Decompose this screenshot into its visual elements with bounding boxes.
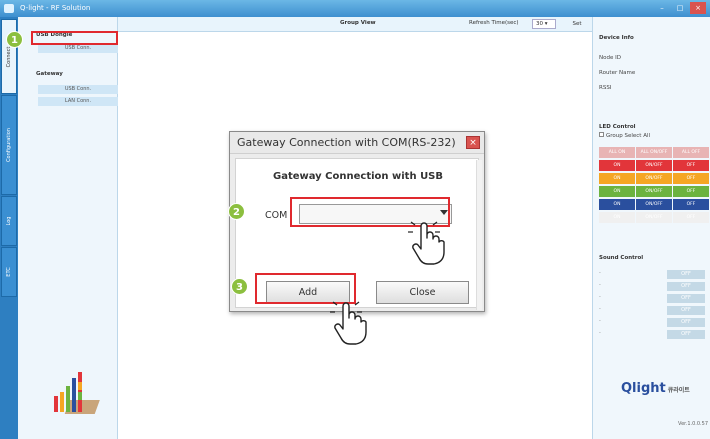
group-select-all-label: Group Select All [606, 133, 651, 139]
sound-row: - OFF [599, 282, 707, 291]
device-info-title: Device Info [599, 35, 634, 41]
led-row: ON ON/OFF OFF [599, 160, 709, 171]
sound-off-button[interactable]: OFF [667, 270, 705, 279]
sound-row: - OFF [599, 318, 707, 327]
led-row: ON ON/OFF OFF [599, 212, 709, 223]
dialog-scrollbar[interactable] [476, 160, 482, 310]
brand-logo-text: Qlight [621, 381, 666, 396]
step-badge-3: 3 [231, 278, 248, 295]
led-button[interactable]: ON/OFF [636, 160, 672, 171]
led-row: ON ON/OFF OFF [599, 186, 709, 197]
usb-dongle-highlight [31, 31, 118, 45]
refresh-time-label: Refresh Time(sec) [469, 20, 519, 26]
node-id-label: Node ID [599, 55, 621, 61]
sound-row-label: - [599, 282, 601, 288]
led-row: ON ON/OFF OFF [599, 173, 709, 184]
group-select-all-checkbox[interactable] [599, 132, 604, 137]
led-button[interactable]: ON [599, 173, 635, 184]
led-button[interactable]: OFF [673, 199, 709, 210]
tab-log[interactable]: Log [1, 196, 17, 246]
sound-off-button[interactable]: OFF [667, 330, 705, 339]
sidebar-item-gw-usb-conn[interactable]: USB Conn. [38, 85, 118, 94]
led-button[interactable]: OFF [673, 212, 709, 223]
led-button[interactable]: OFF [673, 173, 709, 184]
app-logo-icon [4, 4, 14, 13]
title-bar: Q-light - RF Solution – □ × [0, 0, 710, 17]
led-button[interactable]: ON [599, 160, 635, 171]
hand-pointer-icon [330, 301, 367, 345]
step-badge-2: 2 [228, 203, 245, 220]
sound-row-label: - [599, 270, 601, 276]
hand-pointer-icon [408, 221, 445, 265]
tab-configuration[interactable]: Configuration [1, 95, 17, 195]
sound-row: - OFF [599, 294, 707, 303]
maximize-button[interactable]: □ [672, 2, 688, 14]
com-label: COM [265, 210, 288, 221]
tab-etc[interactable]: ETC [1, 247, 17, 297]
group-view-title: Group View [340, 20, 376, 26]
sidebar-item-gw-lan-conn[interactable]: LAN Conn. [38, 97, 118, 106]
minimize-button[interactable]: – [654, 2, 670, 14]
led-control-title: LED Control [599, 124, 636, 130]
led-button[interactable]: ON [599, 212, 635, 223]
brand-sub-text: 큐라이트 [667, 387, 690, 394]
right-panel: Device Info Node ID Router Name RSSI LED… [592, 17, 710, 439]
close-icon[interactable]: × [466, 136, 480, 149]
sidebar-gateway: Gateway [36, 71, 63, 77]
sound-control-title: Sound Control [599, 255, 644, 261]
led-button[interactable]: ON [599, 199, 635, 210]
window-title: Q-light - RF Solution [20, 4, 91, 12]
signal-tower-illustration [54, 372, 100, 414]
led-button[interactable]: OFF [673, 160, 709, 171]
led-button[interactable]: ON [599, 186, 635, 197]
sound-row: - OFF [599, 330, 707, 339]
led-button[interactable]: ON/OFF [636, 186, 672, 197]
step-badge-1: 1 [6, 31, 23, 48]
sound-row: - OFF [599, 306, 707, 315]
sound-row-label: - [599, 306, 601, 312]
close-button[interactable]: Close [376, 281, 469, 304]
sound-row-label: - [599, 318, 601, 324]
sound-off-button[interactable]: OFF [667, 318, 705, 327]
sidebar: USB Dongle USB Conn. Gateway USB Conn. L… [18, 17, 118, 439]
led-button[interactable]: ON/OFF [636, 212, 672, 223]
dialog-title: Gateway Connection with COM(RS-232) [230, 132, 484, 154]
left-tab-bar: Connect Configuration Log ETC [0, 17, 18, 439]
led-row: ON ON/OFF OFF [599, 199, 709, 210]
dialog-heading: Gateway Connection with USB [272, 171, 444, 182]
led-button[interactable]: ALL ON/OFF [636, 147, 672, 158]
qlight-logo: Qlight 큐라이트 [621, 381, 690, 396]
sound-off-button[interactable]: OFF [667, 282, 705, 291]
led-button[interactable]: ON/OFF [636, 199, 672, 210]
led-button[interactable]: ALL OFF [673, 147, 709, 158]
sound-off-button[interactable]: OFF [667, 306, 705, 315]
refresh-time-value: 30 [536, 21, 543, 27]
sound-row-label: - [599, 330, 601, 336]
sound-off-button[interactable]: OFF [667, 294, 705, 303]
led-button[interactable]: OFF [673, 186, 709, 197]
version-label: Ver.1.0.0.57 [678, 421, 708, 427]
led-button[interactable]: ALL ON [599, 147, 635, 158]
top-bar: Group View Refresh Time(sec) 30 ▾ Set [118, 17, 592, 32]
sidebar-item-usb-conn[interactable]: USB Conn. [38, 44, 118, 53]
refresh-time-select[interactable]: 30 ▾ [532, 19, 556, 29]
close-window-button[interactable]: × [690, 2, 706, 14]
sound-row-label: - [599, 294, 601, 300]
led-button[interactable]: ON/OFF [636, 173, 672, 184]
group-select-all[interactable]: Group Select All [599, 132, 650, 139]
rssi-label: RSSI [599, 85, 612, 91]
router-name-label: Router Name [599, 70, 636, 76]
sound-row: - OFF [599, 270, 707, 279]
set-button[interactable]: Set [567, 19, 587, 29]
led-row: ALL ON ALL ON/OFF ALL OFF [599, 147, 709, 158]
